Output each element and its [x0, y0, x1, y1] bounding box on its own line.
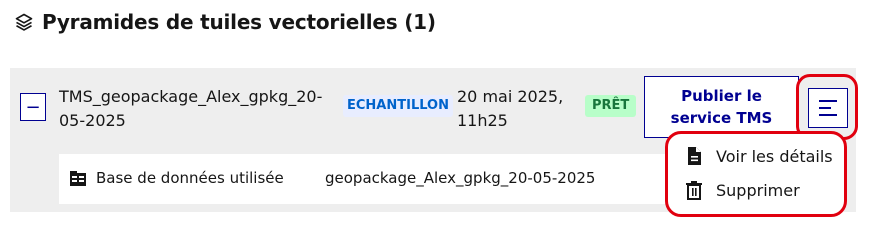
detail-label: Base de données utilisée: [96, 169, 284, 187]
publish-tms-button[interactable]: Publier le service TMS: [644, 76, 799, 138]
view-details-label: Voir les détails: [716, 146, 833, 166]
detail-row: Base de données utilisée geopackage_Alex…: [59, 154, 669, 204]
sample-badge: ECHANTILLON: [343, 95, 453, 117]
collapse-button[interactable]: −: [20, 93, 46, 121]
status-badge: PRÊT: [585, 95, 637, 117]
view-details-menu-item[interactable]: Voir les détails: [684, 144, 833, 168]
actions-dropdown: Voir les détails Supprimer: [665, 131, 847, 217]
section-title-text: Pyramides de tuiles vectorielles (1): [42, 10, 436, 34]
database-icon: [70, 171, 86, 186]
tile-name: TMS_geopackage_Alex_gpkg_20-05-2025: [59, 87, 323, 130]
trash-icon: [686, 181, 702, 200]
tile-date: 20 mai 2025, 11h25: [457, 87, 564, 130]
document-icon: [688, 147, 701, 165]
delete-menu-item[interactable]: Supprimer: [684, 178, 800, 202]
section-title: Pyramides de tuiles vectorielles (1): [14, 8, 436, 36]
delete-label: Supprimer: [716, 180, 800, 200]
layers-icon: [15, 13, 33, 31]
detail-value: geopackage_Alex_gpkg_20-05-2025: [325, 169, 596, 187]
